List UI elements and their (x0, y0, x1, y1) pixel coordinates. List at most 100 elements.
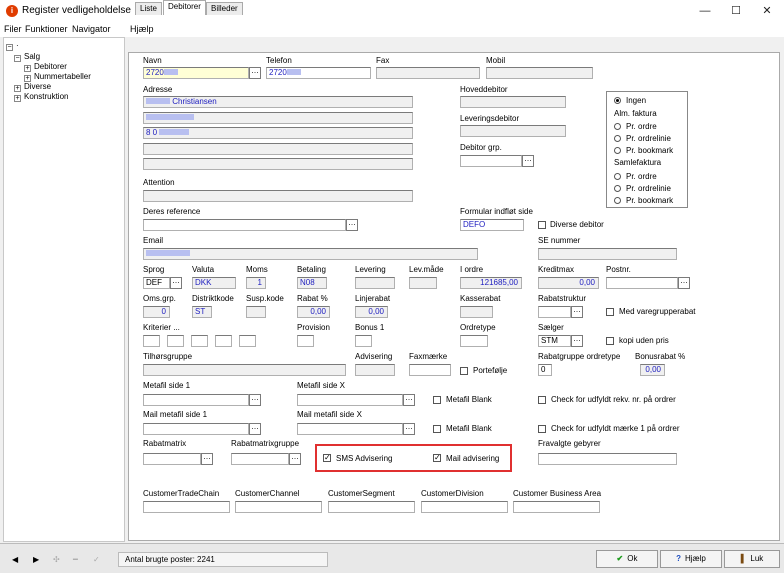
metafil-blank-checkbox[interactable] (433, 396, 441, 404)
tree-item-salg[interactable]: − Salg (14, 52, 40, 62)
rabatgruppe-ordretype-input[interactable]: 0 (538, 364, 552, 376)
menu-funktioner[interactable]: Funktioner (25, 24, 68, 34)
hoveddebitor-input[interactable] (460, 96, 566, 108)
help-button[interactable]: ? Hjælp (660, 550, 722, 568)
radio-pr-ordre[interactable] (614, 123, 621, 130)
kopi-uden-pris-checkbox[interactable] (606, 337, 614, 345)
rabatstruktur-input[interactable] (538, 306, 571, 318)
susp-kode-input[interactable] (246, 306, 266, 318)
metafil1-lookup-button[interactable]: … (249, 394, 261, 406)
radio-pr-bookmark[interactable] (614, 147, 621, 154)
deres-reference-input[interactable] (143, 219, 346, 231)
mailmetafil-blank-checkbox[interactable] (433, 425, 441, 433)
rabat-input[interactable]: 0,00 (297, 306, 330, 318)
postnr-lookup-button[interactable]: … (678, 277, 690, 289)
expand-icon[interactable]: + (14, 95, 21, 102)
saelger-lookup-button[interactable]: … (571, 335, 583, 347)
kriterie-2-input[interactable] (167, 335, 184, 347)
menu-navigator[interactable]: Navigator (72, 24, 111, 34)
kriterie-1-input[interactable] (143, 335, 160, 347)
first-record-icon[interactable]: ◀ (12, 555, 18, 564)
formular-input[interactable]: DEFO (460, 219, 524, 231)
kriterie-3-input[interactable] (191, 335, 208, 347)
check-rekv-checkbox[interactable] (538, 396, 546, 404)
oms-grp-input[interactable]: 0 (143, 306, 170, 318)
portefoelje-checkbox[interactable] (460, 367, 468, 375)
adresse-line-2[interactable] (143, 112, 413, 124)
attention-input[interactable] (143, 190, 413, 202)
expand-icon[interactable]: + (24, 65, 31, 72)
customer-business-area-input[interactable] (513, 501, 600, 513)
mailmetafilx-lookup-button[interactable]: … (403, 423, 415, 435)
kriterie-4-input[interactable] (215, 335, 232, 347)
rabatmatrix-input[interactable] (143, 453, 201, 465)
med-varegrupperabat-checkbox[interactable] (606, 308, 614, 316)
mobil-input[interactable] (486, 67, 593, 79)
tilhoersgruppe-input[interactable] (143, 364, 346, 376)
kasserabat-input[interactable] (460, 306, 493, 318)
adresse-line-4[interactable] (143, 143, 413, 155)
radio-samle-pr-ordrelinie[interactable] (614, 185, 621, 192)
radio-samle-pr-ordre[interactable] (614, 173, 621, 180)
rabatmatrixgruppe-lookup-button[interactable]: … (289, 453, 301, 465)
tab-debitorer[interactable]: Debitorer (163, 0, 206, 15)
customer-channel-input[interactable] (235, 501, 322, 513)
ordretype-input[interactable] (460, 335, 488, 347)
adresse-line-1[interactable]: Christiansen (143, 96, 413, 108)
adresse-line-5[interactable] (143, 158, 413, 170)
tab-liste[interactable]: Liste (135, 2, 162, 15)
tree-item-debitorer[interactable]: + Debitorer (24, 62, 67, 72)
email-input[interactable] (143, 248, 478, 260)
radio-pr-ordrelinie[interactable] (614, 135, 621, 142)
provision-input[interactable] (297, 335, 314, 347)
metafilx-lookup-button[interactable]: … (403, 394, 415, 406)
debitor-grp-lookup-button[interactable]: … (522, 155, 534, 167)
kriterie-5-input[interactable] (239, 335, 256, 347)
rabatmatrix-lookup-button[interactable]: … (201, 453, 213, 465)
kreditmax-input[interactable]: 0,00 (538, 277, 599, 289)
rabatmatrixgruppe-input[interactable] (231, 453, 289, 465)
expand-icon[interactable]: + (14, 85, 21, 92)
fravalgte-gebyrer-input[interactable] (538, 453, 677, 465)
levmaade-input[interactable] (409, 277, 437, 289)
tree-item-diverse[interactable]: + Diverse (14, 82, 51, 92)
mailmetafil1-lookup-button[interactable]: … (249, 423, 261, 435)
advisering-input[interactable] (355, 364, 395, 376)
mailmetafil1-input[interactable] (143, 423, 249, 435)
minimize-button[interactable]: — (690, 2, 720, 20)
distriktkode-input[interactable]: ST (192, 306, 212, 318)
close-dialog-button[interactable]: ▌ Luk (724, 550, 780, 568)
betaling-input[interactable]: N08 (297, 277, 327, 289)
customer-segment-input[interactable] (328, 501, 415, 513)
mailmetafilx-input[interactable] (297, 423, 403, 435)
adresse-line-3[interactable]: 8 0 (143, 127, 413, 139)
ok-button[interactable]: ✔ Ok (596, 550, 658, 568)
customer-trade-chain-input[interactable] (143, 501, 230, 513)
navn-lookup-button[interactable]: … (249, 67, 261, 79)
bonus1-input[interactable] (355, 335, 372, 347)
saelger-input[interactable]: STM (538, 335, 571, 347)
metafil1-input[interactable] (143, 394, 249, 406)
fax-input[interactable] (376, 67, 480, 79)
metafilx-input[interactable] (297, 394, 403, 406)
check-maerke-checkbox[interactable] (538, 425, 546, 433)
tree-item-nummertabeller[interactable]: + Nummertabeller (24, 72, 91, 82)
faxmaerke-input[interactable] (409, 364, 451, 376)
deres-reference-lookup-button[interactable]: … (346, 219, 358, 231)
moms-input[interactable]: 1 (246, 277, 266, 289)
levering-input[interactable] (355, 277, 395, 289)
debitor-grp-input[interactable] (460, 155, 522, 167)
postnr-input[interactable] (606, 277, 678, 289)
sprog-input[interactable]: DEF (143, 277, 170, 289)
collapse-icon[interactable]: − (6, 44, 13, 51)
menu-filer[interactable]: Filer (4, 24, 22, 34)
delete-record-icon[interactable]: ━ (73, 555, 78, 564)
save-record-icon[interactable]: ✓ (93, 555, 100, 564)
sprog-lookup-button[interactable]: … (170, 277, 182, 289)
menu-hjaelp[interactable]: Hjælp (130, 24, 154, 34)
tab-billeder[interactable]: Billeder (206, 2, 243, 15)
linjerabat-input[interactable]: 0,00 (355, 306, 388, 318)
diverse-debitor-checkbox[interactable] (538, 221, 546, 229)
telefon-input[interactable]: 2720 (266, 67, 371, 79)
sms-advisering-checkbox[interactable]: ✓ (323, 454, 331, 462)
